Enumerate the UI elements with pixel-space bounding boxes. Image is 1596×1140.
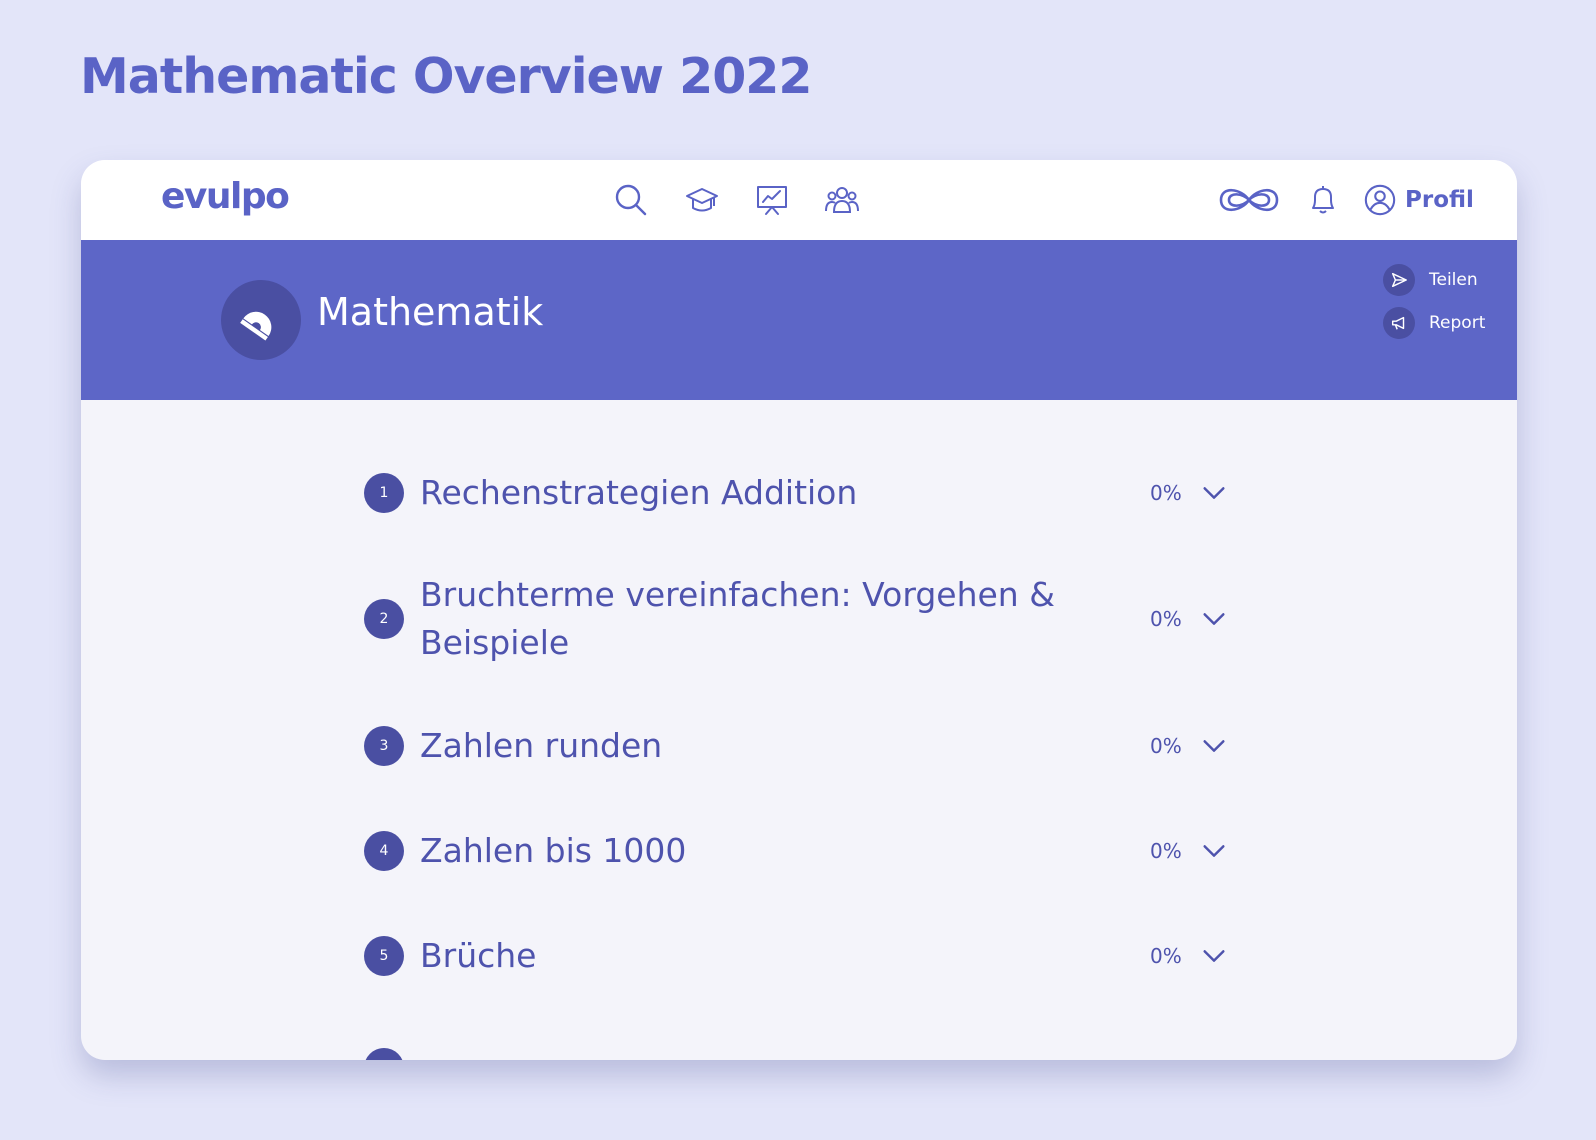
report-button[interactable]: Report (1383, 306, 1485, 340)
topic-title: Zahlen runden (420, 726, 663, 765)
top-navigation: evulpo Profil (81, 160, 1517, 240)
topic-item-partial (364, 1048, 404, 1060)
presentation-chart-icon[interactable] (752, 180, 792, 220)
topic-progress: 0% (1150, 607, 1182, 631)
protractor-icon (221, 280, 301, 360)
topic-title: Bruchterme vereinfachen: Vorgehen & Beis… (420, 575, 1055, 662)
topic-item[interactable]: 2 Bruchterme vereinfachen: Vorgehen & Be… (364, 564, 1324, 674)
chevron-down-icon[interactable] (1199, 478, 1229, 508)
topic-number: 5 (364, 936, 404, 976)
topic-progress: 0% (1150, 481, 1182, 505)
app-window: evulpo Profil Mathematik Teilen Report 1… (81, 160, 1517, 1060)
topic-title: Zahlen bis 1000 (420, 831, 687, 870)
user-circle-icon (1363, 183, 1397, 217)
topic-progress: 0% (1150, 839, 1182, 863)
bell-icon[interactable] (1303, 180, 1343, 220)
topic-progress: 0% (1150, 944, 1182, 968)
topic-number: 1 (364, 473, 404, 513)
profile-label: Profil (1405, 187, 1474, 213)
chevron-down-icon[interactable] (1199, 604, 1229, 634)
infinity-icon[interactable] (1215, 180, 1283, 220)
topic-list: 1 Rechenstrategien Addition 0% 2 Bruchte… (81, 400, 1517, 1060)
subject-banner: Mathematik Teilen Report (81, 240, 1517, 400)
graduation-cap-icon[interactable] (682, 180, 722, 220)
topic-title: Rechenstrategien Addition (420, 473, 858, 512)
share-label: Teilen (1429, 270, 1478, 290)
topic-item[interactable]: 4 Zahlen bis 1000 0% (364, 824, 1324, 878)
topic-item[interactable]: 1 Rechenstrategien Addition 0% (364, 466, 1324, 520)
topic-item[interactable]: 5 Brüche 0% (364, 929, 1324, 983)
topic-progress: 0% (1150, 734, 1182, 758)
chevron-down-icon[interactable] (1199, 731, 1229, 761)
profile-button[interactable]: Profil (1363, 178, 1474, 222)
topic-title: Brüche (420, 936, 537, 975)
topic-number: 4 (364, 831, 404, 871)
report-label: Report (1429, 313, 1486, 333)
chevron-down-icon[interactable] (1199, 836, 1229, 866)
search-icon[interactable] (611, 180, 651, 220)
topic-number: 3 (364, 726, 404, 766)
chevron-down-icon[interactable] (1199, 941, 1229, 971)
share-button[interactable]: Teilen (1383, 263, 1478, 297)
megaphone-icon (1383, 307, 1415, 339)
send-icon (1383, 264, 1415, 296)
page-title: Mathematic Overview 2022 (80, 48, 812, 105)
topic-number: 2 (364, 599, 404, 639)
users-icon[interactable] (822, 180, 862, 220)
evulpo-logo[interactable]: evulpo (161, 176, 290, 217)
subject-title: Mathematik (317, 290, 544, 334)
topic-item[interactable]: 3 Zahlen runden 0% (364, 719, 1324, 773)
